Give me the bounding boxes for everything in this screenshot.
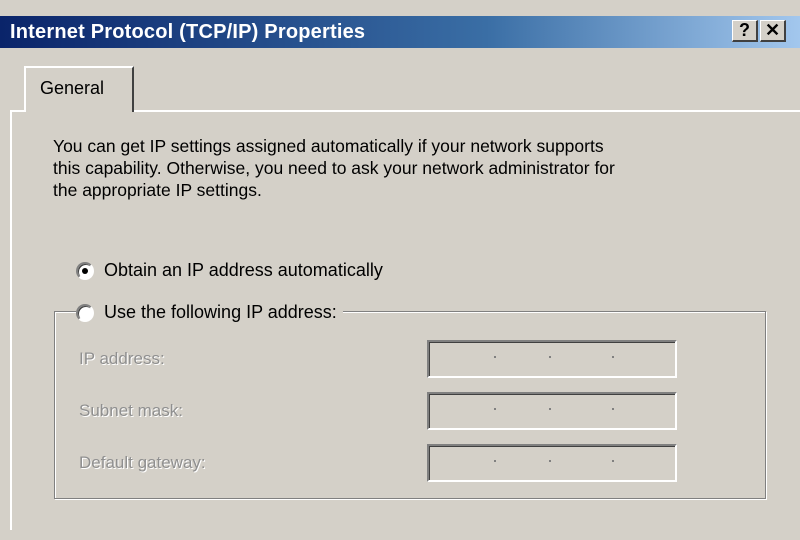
octet-separator bbox=[612, 356, 614, 358]
octet-separator bbox=[612, 460, 614, 462]
octet-separator bbox=[494, 356, 496, 358]
help-button[interactable]: ? bbox=[732, 20, 758, 42]
octet-separator bbox=[612, 408, 614, 410]
subnet-mask-input[interactable] bbox=[427, 392, 677, 430]
use-following-ip-option[interactable]: Use the following IP address: bbox=[76, 302, 343, 323]
tab-general-label: General bbox=[40, 78, 105, 98]
subnet-mask-label: Subnet mask: bbox=[79, 401, 183, 420]
octet-separator bbox=[494, 460, 496, 462]
tcpip-properties-dialog: Internet Protocol (TCP/IP) Properties ? … bbox=[0, 0, 800, 540]
use-following-ip-radio[interactable] bbox=[76, 303, 94, 322]
close-icon: ✕ bbox=[764, 20, 781, 40]
description-line-1: You can get IP settings assigned automat… bbox=[53, 136, 604, 156]
octet-separator bbox=[549, 460, 551, 462]
close-button[interactable]: ✕ bbox=[760, 20, 786, 42]
default-gateway-label: Default gateway: bbox=[79, 453, 206, 472]
description-line-3: the appropriate IP settings. bbox=[53, 180, 262, 200]
tab-general[interactable]: General bbox=[24, 66, 134, 112]
use-following-ip-label: Use the following IP address: bbox=[104, 302, 337, 322]
octet-separator bbox=[549, 408, 551, 410]
obtain-ip-automatically-radio[interactable] bbox=[76, 261, 94, 280]
description-line-2: this capability. Otherwise, you need to … bbox=[53, 158, 615, 178]
obtain-ip-automatically-label: Obtain an IP address automatically bbox=[104, 260, 383, 280]
default-gateway-input[interactable] bbox=[427, 444, 677, 482]
octet-separator bbox=[549, 356, 551, 358]
ip-address-label: IP address: bbox=[79, 349, 165, 368]
window-title: Internet Protocol (TCP/IP) Properties bbox=[10, 21, 366, 43]
title-bar[interactable]: Internet Protocol (TCP/IP) Properties ? … bbox=[0, 16, 800, 48]
description-text: You can get IP settings assigned automat… bbox=[53, 135, 753, 201]
ip-address-input[interactable] bbox=[427, 340, 677, 378]
octet-separator bbox=[494, 408, 496, 410]
help-icon: ? bbox=[739, 20, 750, 40]
obtain-ip-automatically-option[interactable]: Obtain an IP address automatically bbox=[76, 260, 383, 281]
